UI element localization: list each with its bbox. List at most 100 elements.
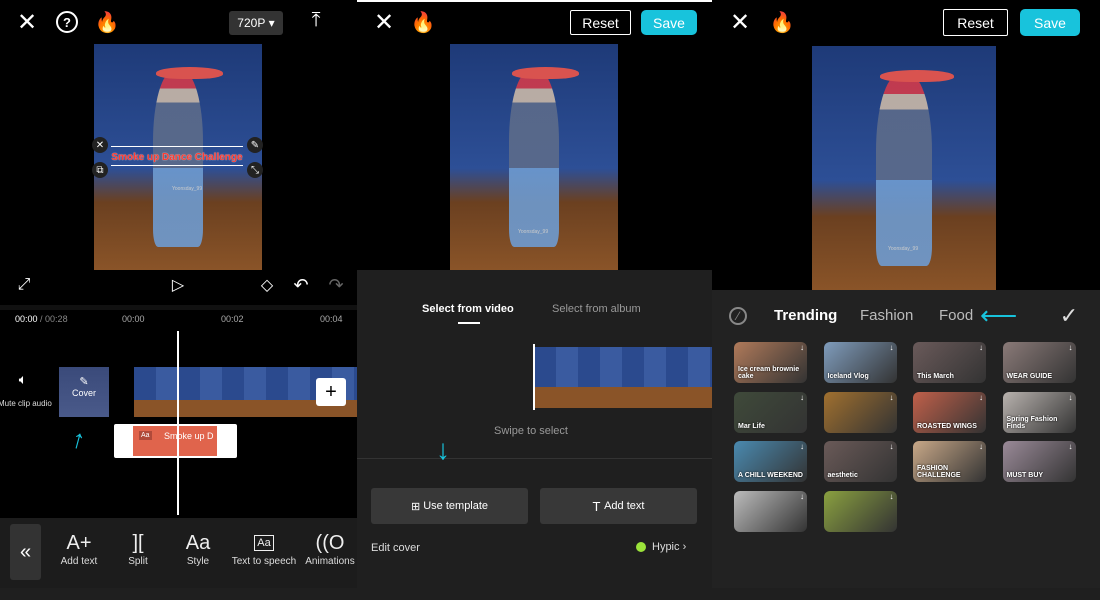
download-icon: ↓ (979, 343, 983, 352)
tab-select-from-video[interactable]: Select from video (422, 303, 514, 315)
redo-icon[interactable]: ↷ (326, 275, 346, 295)
template-thumbnail[interactable]: Spring Fashion Finds ↓ (1002, 391, 1076, 433)
ruler-label: 00:04 (320, 314, 343, 324)
speaker-icon[interactable]: 🔈︎ (14, 370, 32, 388)
swipe-hint: Swipe to select (494, 425, 568, 437)
template-title: ROASTED WINGS (917, 422, 977, 430)
undo-icon[interactable]: ↶ (291, 275, 311, 295)
duplicate-caption-icon[interactable]: ⧉ (92, 162, 108, 178)
template-title: Ice cream brownie cake (738, 366, 800, 380)
template-thumbnail[interactable]: A CHILL WEEKEND ↓ (734, 441, 807, 482)
fullscreen-icon[interactable]: ⤢ (14, 275, 34, 295)
caption-box[interactable]: Smoke up Dance Challenge (111, 146, 243, 166)
arrow-annotation: ↓ (436, 434, 450, 465)
template-title: Mar Life (738, 422, 765, 430)
text-icon: T (592, 498, 605, 514)
edit-caption-icon[interactable]: ✎ (247, 137, 263, 153)
hypic-dot-icon (636, 542, 646, 552)
close-icon[interactable]: ✕ (727, 9, 753, 36)
download-icon: ↓ (1068, 343, 1073, 352)
template-title: A CHILL WEEKEND (738, 472, 803, 479)
back-button[interactable]: « (10, 524, 41, 580)
frame-strip[interactable] (534, 347, 712, 408)
save-button[interactable]: Save (1020, 9, 1080, 36)
no-template-icon[interactable]: ⁄ (729, 307, 747, 325)
template-thumbnail[interactable]: Mar Life ↓ (734, 391, 807, 433)
close-icon[interactable]: ✕ (371, 9, 397, 36)
tool-animations[interactable]: ((O Animations (295, 530, 357, 567)
ruler-label: 00:02 (221, 314, 244, 324)
download-icon: ↓ (1068, 442, 1073, 451)
download-icon: ↓ (800, 442, 804, 451)
mute-label: Mute clip audio (0, 399, 52, 408)
template-title: aesthetic (827, 472, 858, 479)
confirm-check-icon[interactable]: ✓ (1056, 303, 1082, 328)
save-button[interactable]: Save (641, 10, 697, 35)
cover-select-panel: ✕ 🔥 Reset Save Yoonsday_99 Select from v… (357, 0, 712, 600)
tool-text-to-speech[interactable]: Aa Text to speech (229, 530, 299, 567)
template-title: This March (917, 373, 954, 380)
template-thumbnail[interactable]: FASHION CHALLENGE ↓ (913, 441, 986, 482)
video-preview: Yoonsday_99 (812, 46, 996, 290)
add-text-button[interactable]: T Add text (540, 488, 697, 524)
template-thumbnail[interactable]: ↓ (734, 490, 807, 532)
text-clip[interactable]: Aa Smoke up D (114, 424, 237, 458)
close-icon[interactable]: ✕ (14, 9, 40, 36)
hypic-label: Hypic (652, 541, 680, 553)
template-thumbnail[interactable]: This March ↓ (913, 342, 986, 383)
template-thumbnail[interactable]: Iceland Vlog ↓ (823, 342, 897, 383)
template-title: Iceland Vlog (827, 373, 869, 380)
template-thumbnail[interactable]: ROASTED WINGS ↓ (913, 391, 986, 433)
template-title: Spring Fashion Finds (1006, 415, 1058, 430)
export-icon[interactable]: ⤒ (304, 8, 328, 32)
reset-button[interactable]: Reset (570, 10, 631, 35)
animations-icon: ((O (315, 532, 345, 554)
help-icon[interactable]: ? (56, 11, 78, 33)
watermark: Yoonsday_99 (888, 246, 919, 252)
template-thumbnail[interactable]: ↓ (823, 391, 897, 433)
hypic-link[interactable]: Hypic › (636, 541, 686, 553)
reset-button[interactable]: Reset (943, 9, 1008, 36)
template-thumbnail[interactable]: aesthetic ↓ (823, 441, 897, 482)
flame-icon[interactable]: 🔥 (770, 10, 795, 34)
template-thumbnail[interactable]: Ice cream brownie cake ↓ (734, 342, 807, 383)
template-thumbnail[interactable]: WEAR GUIDE ↓ (1002, 342, 1076, 383)
active-tab-indicator (458, 322, 480, 324)
keyframe-icon[interactable]: ◇ (257, 275, 277, 295)
flame-icon[interactable]: 🔥 (95, 10, 120, 34)
template-thumbnail[interactable]: MUST BUY ↓ (1002, 441, 1076, 482)
edit-icon: ✎ (79, 376, 89, 388)
download-icon: ↓ (800, 491, 804, 501)
time-total: / 00:28 (40, 314, 68, 324)
cover-button[interactable]: ✎ Cover (59, 367, 109, 417)
use-template-label: Use template (423, 500, 489, 512)
category-food[interactable]: Food (939, 307, 973, 324)
cover-template-panel: ✕ 🔥 Reset Save Yoonsday_99 ⁄ Trending Fa… (712, 0, 1100, 600)
resolution-dropdown[interactable]: 720P ▾ (229, 11, 283, 35)
use-template-button[interactable]: ⊞ Use template (371, 488, 528, 524)
flame-icon[interactable]: 🔥 (411, 10, 436, 34)
tab-select-from-album[interactable]: Select from album (552, 303, 641, 315)
template-thumbnail[interactable]: ↓ (823, 490, 897, 532)
caption-text: Smoke up Dance Challenge (111, 152, 243, 163)
watermark: Yoonsday_99 (518, 229, 549, 235)
text-to-speech-icon: Aa (254, 535, 274, 551)
download-icon: ↓ (889, 343, 894, 352)
template-title: WEAR GUIDE (1006, 373, 1053, 380)
category-fashion[interactable]: Fashion (860, 307, 913, 324)
category-trending[interactable]: Trending (774, 307, 837, 324)
text-clip-icon: Aa (139, 431, 152, 440)
delete-caption-icon[interactable]: ✕ (92, 137, 108, 153)
resize-caption-icon[interactable]: ⤡ (247, 162, 263, 178)
add-clip-button[interactable]: + (316, 378, 346, 406)
frame-selector[interactable] (533, 344, 535, 410)
edit-cover-label: Edit cover (371, 542, 420, 554)
editor-panel: ✕ ? 🔥 720P ▾ ⤒ Yoonsday_99 Smoke up Danc… (0, 0, 357, 600)
template-title: MUST BUY (1006, 472, 1044, 479)
tool-label: Style (186, 556, 210, 567)
play-icon[interactable]: ▷ (168, 275, 188, 295)
tool-style[interactable]: Aa Style (163, 530, 233, 567)
video-preview: Yoonsday_99 (450, 44, 618, 270)
playhead[interactable] (177, 331, 179, 515)
time-current: 00:00 (15, 314, 38, 324)
